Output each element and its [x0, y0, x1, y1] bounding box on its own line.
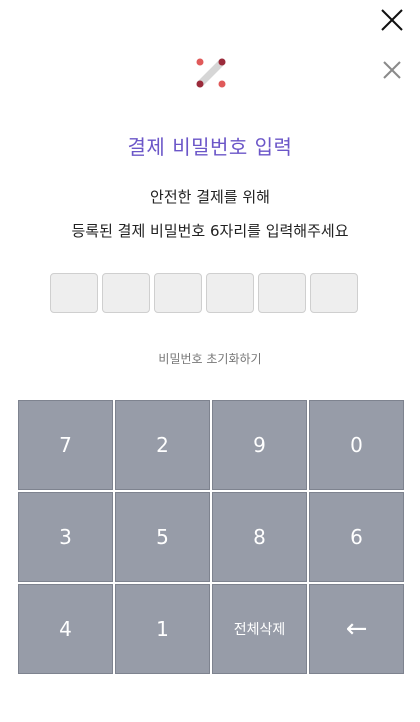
key-1[interactable]: 1	[115, 584, 210, 674]
reset-password-link[interactable]: 비밀번호 초기화하기	[0, 350, 420, 367]
pin-digit-box[interactable]	[50, 273, 98, 313]
key-8[interactable]: 8	[212, 492, 307, 582]
dialog-close-icon[interactable]	[380, 58, 404, 82]
close-icon[interactable]	[378, 6, 406, 34]
description-line-1: 안전한 결제를 위해	[150, 188, 270, 206]
key-6[interactable]: 6	[309, 492, 404, 582]
pin-digit-box[interactable]	[154, 273, 202, 313]
key-4[interactable]: 4	[18, 584, 113, 674]
key-0[interactable]: 0	[309, 400, 404, 490]
payment-logo-icon	[192, 54, 230, 92]
description-line-2: 등록된 결제 비밀번호 6자리를 입력해주세요	[71, 222, 349, 240]
pin-digit-box[interactable]	[206, 273, 254, 313]
payment-password-screen: 결제 비밀번호 입력 안전한 결제를 위해 등록된 결제 비밀번호 6자리를 입…	[0, 0, 420, 722]
key-5[interactable]: 5	[115, 492, 210, 582]
key-2[interactable]: 2	[115, 400, 210, 490]
key-7[interactable]: 7	[18, 400, 113, 490]
page-title: 결제 비밀번호 입력	[127, 135, 293, 159]
clear-all-button[interactable]: 전체삭제	[212, 584, 307, 674]
pin-input-row	[50, 273, 358, 313]
pin-digit-box[interactable]	[310, 273, 358, 313]
pin-digit-box[interactable]	[258, 273, 306, 313]
number-keypad: 7 2 9 0 3 5 8 6 4 1 전체삭제 ←	[18, 400, 404, 674]
pin-digit-box[interactable]	[102, 273, 150, 313]
backspace-button[interactable]: ←	[309, 584, 404, 674]
key-3[interactable]: 3	[18, 492, 113, 582]
key-9[interactable]: 9	[212, 400, 307, 490]
